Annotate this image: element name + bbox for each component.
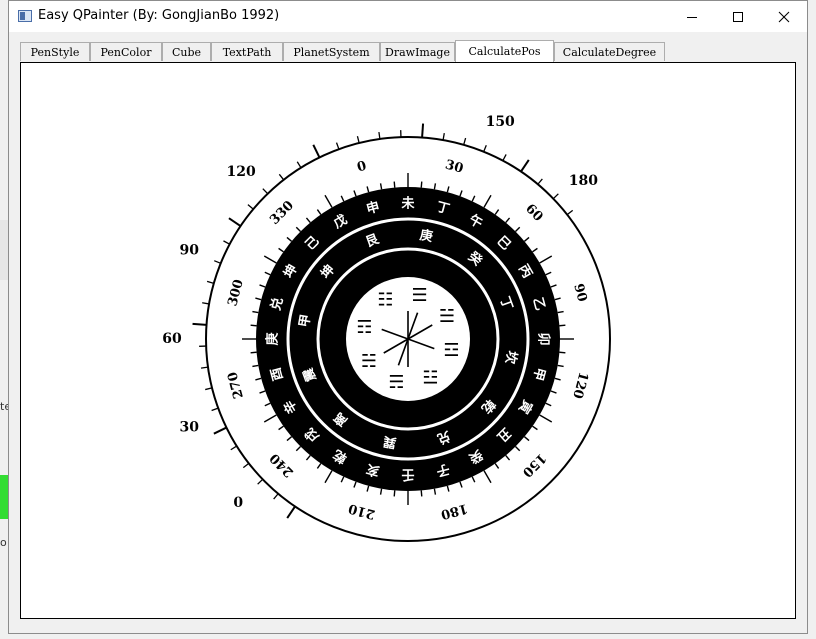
scale-tick	[228, 217, 242, 227]
maximize-icon	[733, 11, 743, 22]
scale-tick	[257, 478, 264, 485]
scale-tick	[552, 193, 559, 200]
scale-tick	[200, 366, 209, 369]
background-window-strip	[0, 220, 8, 280]
tab-penstyle[interactable]: PenStyle	[20, 42, 90, 61]
app-icon	[18, 10, 32, 22]
tab-drawimage[interactable]: DrawImage	[380, 42, 455, 61]
mountain-label: 未	[400, 196, 415, 212]
scale-tick	[442, 133, 445, 141]
scale-tick	[537, 178, 543, 185]
scale-tick	[242, 462, 250, 469]
trigram-symbol: ☵	[361, 351, 377, 372]
outer-scale-label: 0	[233, 495, 243, 511]
trigram-symbol: ☰	[412, 285, 428, 306]
scale-tick	[296, 161, 302, 169]
scale-tick	[520, 159, 530, 173]
degree-tick	[559, 324, 566, 327]
scale-tick	[247, 204, 254, 210]
outer-scale-label: 30	[179, 419, 199, 435]
scale-tick	[213, 426, 227, 435]
scale-tick	[312, 144, 321, 158]
scale-tick	[356, 136, 360, 144]
scale-tick	[211, 407, 219, 412]
outer-scale-label: 150	[486, 114, 515, 130]
trigram-symbol: ☳	[422, 368, 438, 389]
scale-tick	[483, 144, 487, 152]
degree-tick	[420, 490, 423, 497]
mountain-label: 卯	[536, 332, 552, 345]
scale-tick	[378, 131, 381, 140]
compass-dial: 03060901201501800 30609012015018021024027…	[162, 114, 611, 542]
scale-tick	[463, 137, 467, 146]
scale-tick	[230, 445, 238, 451]
scale-tick	[335, 142, 340, 150]
canvas-panel: 0 30 60 90 120 150 180 0 30 60 90 120 150 180 210 240 27…	[20, 62, 796, 619]
middle-ring-label: 坎	[502, 349, 520, 365]
scale-tick	[202, 302, 210, 305]
scale-tick	[205, 387, 213, 391]
scale-tick	[278, 173, 285, 181]
tab-textpath[interactable]: TextPath	[211, 42, 283, 61]
middle-ring-label: 甲	[297, 313, 314, 328]
scale-tick	[262, 188, 269, 195]
trigram-symbol: ☷	[377, 290, 393, 311]
title-bar[interactable]: Easy QPainter (By: GongJianBo 1992)	[9, 1, 807, 32]
scale-tick	[206, 280, 215, 284]
background-text-2: o	[0, 536, 7, 549]
mountain-label: 壬	[401, 467, 414, 483]
minimize-button[interactable]	[669, 1, 715, 32]
trigram-symbol: ☶	[356, 317, 372, 338]
outer-scale-label: 120	[226, 164, 255, 180]
degree-tick	[420, 181, 423, 188]
degree-tick	[393, 181, 396, 188]
close-button[interactable]	[761, 1, 807, 32]
tab-planetsystem[interactable]: PlanetSystem	[283, 42, 380, 61]
tab-calculatedegree[interactable]: CalculateDegree	[554, 42, 665, 61]
trigram-symbol: ☴	[388, 372, 404, 393]
tab-cube[interactable]: Cube	[162, 42, 211, 61]
close-icon	[778, 11, 790, 22]
scale-tick	[421, 123, 425, 138]
scale-tick	[273, 493, 279, 500]
scale-tick	[566, 209, 574, 216]
degree-tick	[559, 351, 566, 354]
tab-pencolor[interactable]: PenColor	[90, 42, 162, 61]
maximize-button[interactable]	[715, 1, 761, 32]
trigram-symbol: ☲	[443, 340, 459, 361]
background-green-block	[0, 475, 8, 519]
minimize-icon	[687, 16, 697, 18]
tab-calculatepos[interactable]: CalculatePos	[455, 40, 554, 62]
mountain-label: 庚	[265, 332, 281, 345]
outer-scale-label: 90	[179, 243, 199, 259]
scale-tick	[502, 154, 507, 161]
degree-tick	[250, 324, 257, 327]
trigram-symbol: ☱	[439, 306, 455, 327]
outer-scale-label: 180	[569, 173, 598, 189]
scale-tick	[223, 240, 230, 245]
outer-scale-label: 60	[162, 331, 182, 347]
main-window: Easy QPainter (By: GongJianBo 1992) PenS…	[8, 0, 808, 634]
degree-tick	[393, 490, 396, 497]
scale-tick	[192, 322, 207, 326]
middle-ring-label: 巽	[382, 433, 397, 450]
window-title: Easy QPainter (By: GongJianBo 1992)	[38, 8, 280, 23]
middle-ring-label: 庚	[418, 227, 434, 245]
scale-tick	[213, 260, 221, 264]
scale-tick	[286, 505, 296, 519]
degree-tick	[250, 351, 257, 354]
